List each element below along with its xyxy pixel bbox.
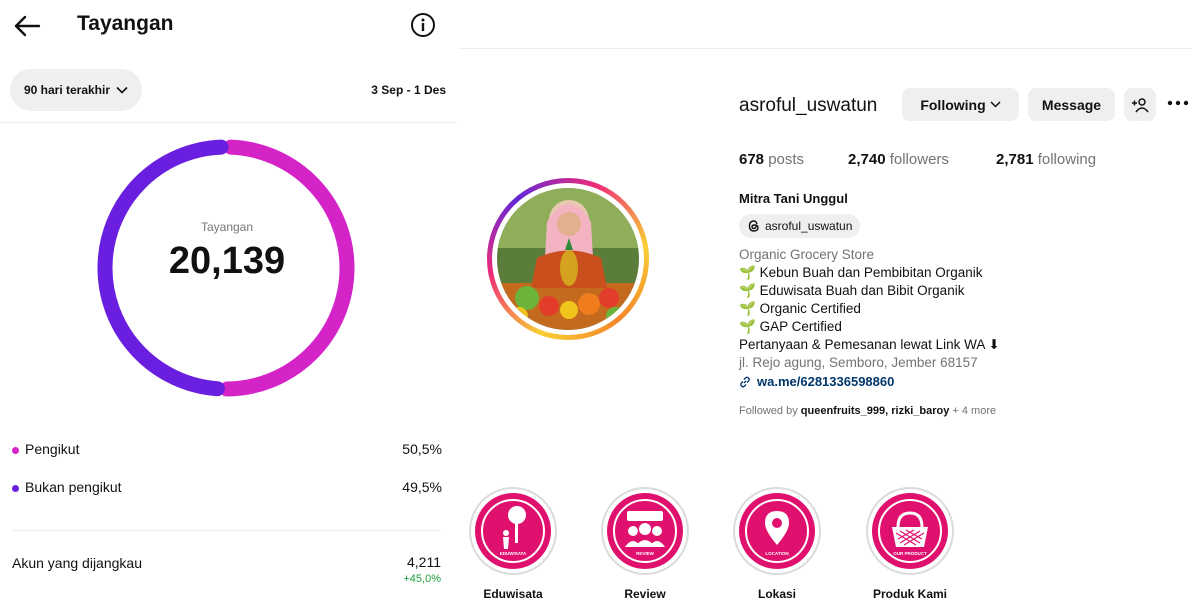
bio-line: 🌱 Eduwisata Buah dan Bibit Organik — [739, 283, 965, 298]
reach-delta: +45,0% — [403, 573, 441, 585]
date-range-dropdown[interactable]: 90 hari terakhir — [10, 69, 142, 111]
legend-label: Bukan pengikut — [25, 479, 122, 495]
profile-link[interactable]: wa.me/6281336598860 — [739, 374, 894, 389]
message-button[interactable]: Message — [1028, 88, 1115, 121]
basket-icon: OUR PRODUCT — [878, 499, 942, 563]
svg-text:LOCATION: LOCATION — [765, 551, 788, 556]
tree-person-icon: EDUWISATA — [481, 499, 545, 563]
seedling-icon: 🌱 — [739, 301, 756, 316]
legend-value: 50,5% — [402, 441, 442, 457]
page-title: Tayangan — [77, 12, 174, 35]
location-pin-icon: LOCATION — [745, 499, 809, 563]
highlight-review[interactable]: REVIEW — [601, 487, 689, 575]
following-button[interactable]: Following — [902, 88, 1019, 121]
legend-label: Pengikut — [25, 441, 80, 457]
bio-line: 🌱 GAP Certified — [739, 319, 842, 334]
highlight-produk-kami[interactable]: OUR PRODUCT — [866, 487, 954, 575]
bio-line: 🌱 Kebun Buah dan Pembibitan Organik — [739, 265, 983, 280]
suggested-users-button[interactable] — [1124, 88, 1156, 121]
donut-label: Tayangan — [200, 220, 254, 234]
reach-value-block: 4,211 +45,0% — [403, 554, 441, 585]
divider — [12, 530, 442, 531]
followers-count[interactable]: 2,740 followers — [848, 151, 949, 168]
date-range-label: 90 hari terakhir — [23, 83, 111, 97]
divider — [0, 122, 458, 123]
views-total: 20,139 — [168, 240, 286, 282]
following-count[interactable]: 2,781 following — [996, 151, 1096, 168]
profile-category: Organic Grocery Store — [739, 247, 875, 262]
reach-value: 4,211 — [407, 554, 441, 570]
display-name: Mitra Tani Unggul — [739, 191, 848, 206]
threads-icon — [748, 220, 759, 232]
insights-panel: Tayangan 90 hari terakhir 3 Sep - 1 Des … — [0, 0, 458, 599]
chevron-down-icon — [990, 101, 1001, 108]
profile-username: asroful_uswatun — [739, 95, 878, 116]
posts-count: 678 posts — [739, 151, 805, 168]
date-range-text: 3 Sep - 1 Des — [371, 83, 446, 97]
legend-non-followers: Bukan pengikut 49,5% — [12, 479, 442, 495]
bio-address: jl. Rejo agung, Semboro, Jember 68157 — [739, 355, 978, 370]
legend-followers: Pengikut 50,5% — [12, 441, 442, 457]
profile-avatar[interactable] — [487, 178, 649, 340]
svg-text:REVIEW: REVIEW — [636, 551, 655, 556]
more-options-icon[interactable] — [1167, 100, 1189, 106]
threads-badge[interactable]: asroful_uswatun — [739, 214, 861, 238]
review-people-icon: REVIEW — [613, 499, 677, 563]
reach-label: Akun yang dijangkau — [12, 555, 142, 571]
chevron-down-icon — [116, 86, 128, 94]
non-followers-dot — [12, 485, 19, 492]
seedling-icon: 🌱 — [739, 319, 756, 334]
message-button-label: Message — [1041, 96, 1102, 113]
profile-link-text: wa.me/6281336598860 — [757, 374, 895, 389]
bio-line: 🌱 Organic Certified — [739, 301, 861, 316]
threads-handle: asroful_uswatun — [765, 219, 853, 233]
followers-dot — [12, 447, 19, 454]
legend-value: 49,5% — [402, 479, 442, 495]
seedling-icon: 🌱 — [739, 283, 756, 298]
bio-cta: Pertanyaan & Pemesanan lewat Link WA ⬇ — [739, 337, 1000, 352]
divider — [458, 48, 1192, 49]
avatar-photo — [497, 188, 639, 330]
link-icon — [740, 376, 750, 387]
svg-text:OUR PRODUCT: OUR PRODUCT — [893, 551, 927, 556]
avatar-image — [497, 188, 639, 330]
back-arrow-icon[interactable] — [12, 12, 42, 40]
highlight-eduwisata[interactable]: EDUWISATA — [469, 487, 557, 575]
add-user-icon — [1132, 97, 1149, 112]
highlight-lokasi[interactable]: LOCATION — [733, 487, 821, 575]
following-button-label: Following — [920, 96, 986, 113]
followed-by[interactable]: Followed by queenfruits_999, rizki_baroy… — [739, 405, 996, 417]
info-icon[interactable] — [410, 12, 436, 38]
svg-text:EDUWISATA: EDUWISATA — [500, 551, 527, 556]
seedling-icon: 🌱 — [739, 265, 756, 280]
